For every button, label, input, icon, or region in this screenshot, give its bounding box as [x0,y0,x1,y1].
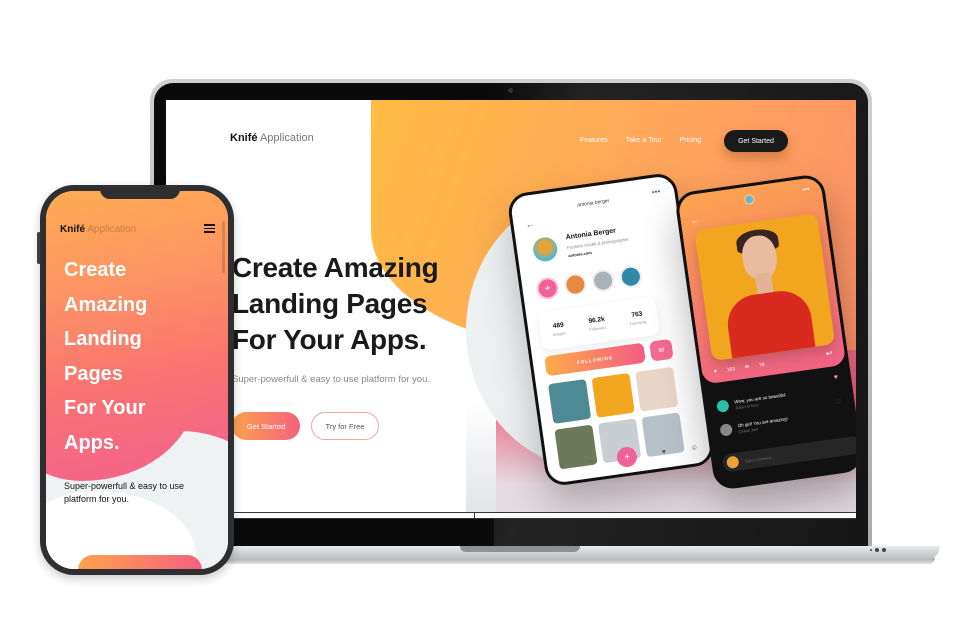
stat-value: 763 [631,310,643,319]
top-nav: Features Take a Tour Pricing [580,137,701,144]
brand-light: Application [257,132,314,144]
stories-row: + [535,264,644,301]
message-icon[interactable]: ✉ [649,338,674,362]
home-icon[interactable]: ⌂ [560,462,565,470]
comment-icon[interactable]: ✉ [745,364,750,371]
nav-get-started-button[interactable]: Get Started [724,130,788,152]
grid-photo[interactable] [548,379,592,424]
hero-line: Create Amazing [232,252,439,283]
profile-icon[interactable]: ☺ [690,444,698,452]
post-photo [694,213,836,362]
back-arrow-icon[interactable]: ← [690,216,699,226]
profile-link[interactable]: antonia.com [568,250,592,258]
stat-followers: 96.2k Followers [588,315,607,332]
search-icon[interactable]: ⌕ [588,458,593,466]
phone-brand-logo[interactable]: Knifé Application [60,224,136,235]
comment-input[interactable]: Type comment... [721,435,856,473]
add-story-button[interactable]: + [535,275,561,301]
laptop-screen: Knifé Application Features Take a Tour P… [166,100,856,512]
user-avatar [726,455,740,470]
story-avatar[interactable] [590,268,616,294]
commenter-avatar [719,423,733,437]
grid-photo[interactable] [591,372,635,418]
get-started-button[interactable]: Get Started [232,412,300,440]
story-avatar[interactable] [562,272,588,297]
product-mockup-scene: Knifé Application Features Take a Tour P… [0,0,958,626]
commenter-avatar [716,399,730,413]
hero-heading: Create Amazing Landing Pages For Your Ap… [232,250,439,358]
comments-count: 78 [758,361,766,369]
back-arrow-icon[interactable]: ← [525,219,535,230]
comment-like-icon[interactable]: ♥ [833,374,838,382]
laptop-opening-notch [460,546,580,552]
comment-placeholder: Type comment... [744,454,775,464]
laptop-camera [508,88,513,93]
profile-avatar [531,235,559,263]
more-icon[interactable]: ••• [802,186,810,194]
stat-value: 96.2k [588,315,606,326]
brand-light: Application [85,224,137,235]
grid-photo[interactable] [635,366,679,412]
story-avatar[interactable] [618,264,644,290]
phone-hero-subtitle: Super-powerfull & easy to use platform f… [64,481,185,504]
profile-stats: 489 Images 96.2k Followers 763 Following [537,296,661,351]
phone-hero-heading: Create Amazing Landing Pages For Your Ap… [64,259,148,454]
stat-images: 489 Images [551,321,567,338]
phone-notch [100,185,180,199]
hamburger-menu-icon[interactable] [204,224,215,233]
nav-pricing[interactable]: Pricing [680,137,701,144]
phone-screen: Knifé Application Create Amazing Landing… [46,191,228,569]
brand-bold: Knifé [230,132,258,144]
stat-label: Images [552,330,567,338]
scrollbar[interactable] [222,221,225,273]
like-icon[interactable]: ♥ [714,369,718,375]
stat-value: 489 [552,321,565,331]
more-icon[interactable]: ••• [651,187,661,197]
likes-count: 163 [726,366,736,374]
hero-line: For Your Apps. [232,324,427,355]
comment-item: Oh girl! You are amazing! Celine Joel [719,415,789,437]
screen-bottom-edge [166,512,856,519]
try-for-free-button[interactable]: Try for Free [311,412,379,440]
stat-following: 763 Following [628,310,647,327]
comment-like-icon[interactable]: ♡ [835,398,842,407]
brand-logo[interactable]: Knifé Application [230,132,314,144]
hero-line: Landing Pages [232,288,428,319]
comment-item: Wow, you are so beautiful Julien M Iano [716,391,786,413]
brand-bold: Knifé [60,224,85,235]
stat-label: Following [629,319,647,327]
nav-features[interactable]: Features [580,137,608,144]
hero-subtitle: Super-powerfull & easy to use platform f… [232,374,431,385]
heart-icon[interactable]: ♥ [661,448,666,456]
phone-cta-button[interactable] [78,555,202,569]
nav-take-a-tour[interactable]: Take a Tour [626,137,662,144]
laptop-indicator-dots [870,548,886,552]
reply-icon[interactable]: ↩ [825,348,833,358]
add-post-button[interactable]: + [616,445,639,469]
stat-label: Followers [588,324,607,332]
profile-username: antonia.berger [576,198,610,209]
